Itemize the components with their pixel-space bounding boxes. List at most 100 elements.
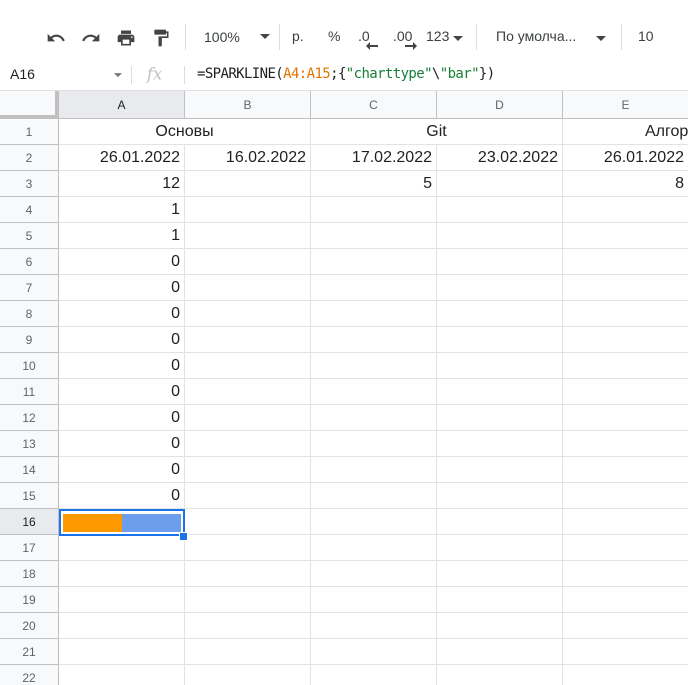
cell-e10[interactable] [563,353,688,379]
decrease-decimals-button[interactable]: .0 [356,24,382,52]
row-header-7[interactable]: 7 [0,275,59,301]
cell-c13[interactable] [311,431,437,457]
cell-e2[interactable]: 26.01.2022 [563,145,688,171]
cell-a7[interactable]: 0 [59,275,185,301]
cell-d8[interactable] [437,301,563,327]
cell-d21[interactable] [437,639,563,665]
cell-a11[interactable]: 0 [59,379,185,405]
cell-b14[interactable] [185,457,311,483]
cell-a6[interactable]: 0 [59,249,185,275]
cell-e8[interactable] [563,301,688,327]
cell-c1[interactable]: Git [311,119,563,145]
cell-a13[interactable]: 0 [59,431,185,457]
cell-a5[interactable]: 1 [59,223,185,249]
percent-format-button[interactable]: % [328,28,340,44]
row-header-5[interactable]: 5 [0,223,59,249]
cell-d18[interactable] [437,561,563,587]
cell-e14[interactable] [563,457,688,483]
cell-a9[interactable]: 0 [59,327,185,353]
row-header-11[interactable]: 11 [0,379,59,405]
cell-d17[interactable] [437,535,563,561]
cell-a22[interactable] [59,665,185,685]
cell-b10[interactable] [185,353,311,379]
cell-c22[interactable] [311,665,437,685]
cell-e11[interactable] [563,379,688,405]
cell-b11[interactable] [185,379,311,405]
cell-a21[interactable] [59,639,185,665]
cell-a1[interactable]: Основы [59,119,311,145]
undo-icon[interactable] [44,26,68,50]
cell-e6[interactable] [563,249,688,275]
cell-c6[interactable] [311,249,437,275]
cell-b12[interactable] [185,405,311,431]
cell-c4[interactable] [311,197,437,223]
cell-e20[interactable] [563,613,688,639]
cell-c19[interactable] [311,587,437,613]
select-all-corner[interactable] [0,91,59,119]
cell-c20[interactable] [311,613,437,639]
cell-d7[interactable] [437,275,563,301]
cell-a14[interactable]: 0 [59,457,185,483]
cell-d16[interactable] [437,509,563,535]
row-header-13[interactable]: 13 [0,431,59,457]
cell-b8[interactable] [185,301,311,327]
cell-a18[interactable] [59,561,185,587]
print-icon[interactable] [114,26,138,50]
cell-a15[interactable]: 0 [59,483,185,509]
cell-a2[interactable]: 26.01.2022 [59,145,185,171]
row-header-21[interactable]: 21 [0,639,59,665]
cell-d3[interactable] [437,171,563,197]
cell-c2[interactable]: 17.02.2022 [311,145,437,171]
cell-a12[interactable]: 0 [59,405,185,431]
cell-b19[interactable] [185,587,311,613]
cell-a10[interactable]: 0 [59,353,185,379]
cell-b13[interactable] [185,431,311,457]
cell-c10[interactable] [311,353,437,379]
column-header-e[interactable]: E [563,91,688,119]
formula-input[interactable]: =SPARKLINE(A4:A15;{"charttype"\"bar"}) [197,66,495,82]
cell-c21[interactable] [311,639,437,665]
row-header-14[interactable]: 14 [0,457,59,483]
zoom-select[interactable]: 100% [196,22,276,52]
cell-d14[interactable] [437,457,563,483]
more-formats-button[interactable]: 123 [425,24,467,52]
cell-d22[interactable] [437,665,563,685]
cell-d9[interactable] [437,327,563,353]
column-header-a[interactable]: A [59,91,185,119]
row-header-15[interactable]: 15 [0,483,59,509]
row-header-22[interactable]: 22 [0,665,59,685]
cell-d10[interactable] [437,353,563,379]
fill-handle[interactable] [179,532,188,541]
cell-d12[interactable] [437,405,563,431]
cell-c7[interactable] [311,275,437,301]
cell-b21[interactable] [185,639,311,665]
cell-b4[interactable] [185,197,311,223]
cell-e15[interactable] [563,483,688,509]
cell-b3[interactable] [185,171,311,197]
cell-e21[interactable] [563,639,688,665]
row-header-16[interactable]: 16 [0,509,59,535]
cell-c3[interactable]: 5 [311,171,437,197]
cell-d20[interactable] [437,613,563,639]
cell-e7[interactable] [563,275,688,301]
column-header-d[interactable]: D [437,91,563,119]
increase-decimals-button[interactable]: .00 [391,24,421,52]
cell-d4[interactable] [437,197,563,223]
cell-d11[interactable] [437,379,563,405]
cell-e1[interactable]: Алгор [563,119,688,145]
cell-b5[interactable] [185,223,311,249]
cell-e19[interactable] [563,587,688,613]
row-header-10[interactable]: 10 [0,353,59,379]
row-header-20[interactable]: 20 [0,613,59,639]
cell-c18[interactable] [311,561,437,587]
row-header-17[interactable]: 17 [0,535,59,561]
cell-e16[interactable] [563,509,688,535]
cell-c11[interactable] [311,379,437,405]
row-header-2[interactable]: 2 [0,145,59,171]
font-size-input[interactable]: 10 [638,28,654,44]
row-header-12[interactable]: 12 [0,405,59,431]
cell-b6[interactable] [185,249,311,275]
cell-a17[interactable] [59,535,185,561]
redo-icon[interactable] [79,26,103,50]
font-family-select[interactable]: По умолча... [488,24,612,52]
